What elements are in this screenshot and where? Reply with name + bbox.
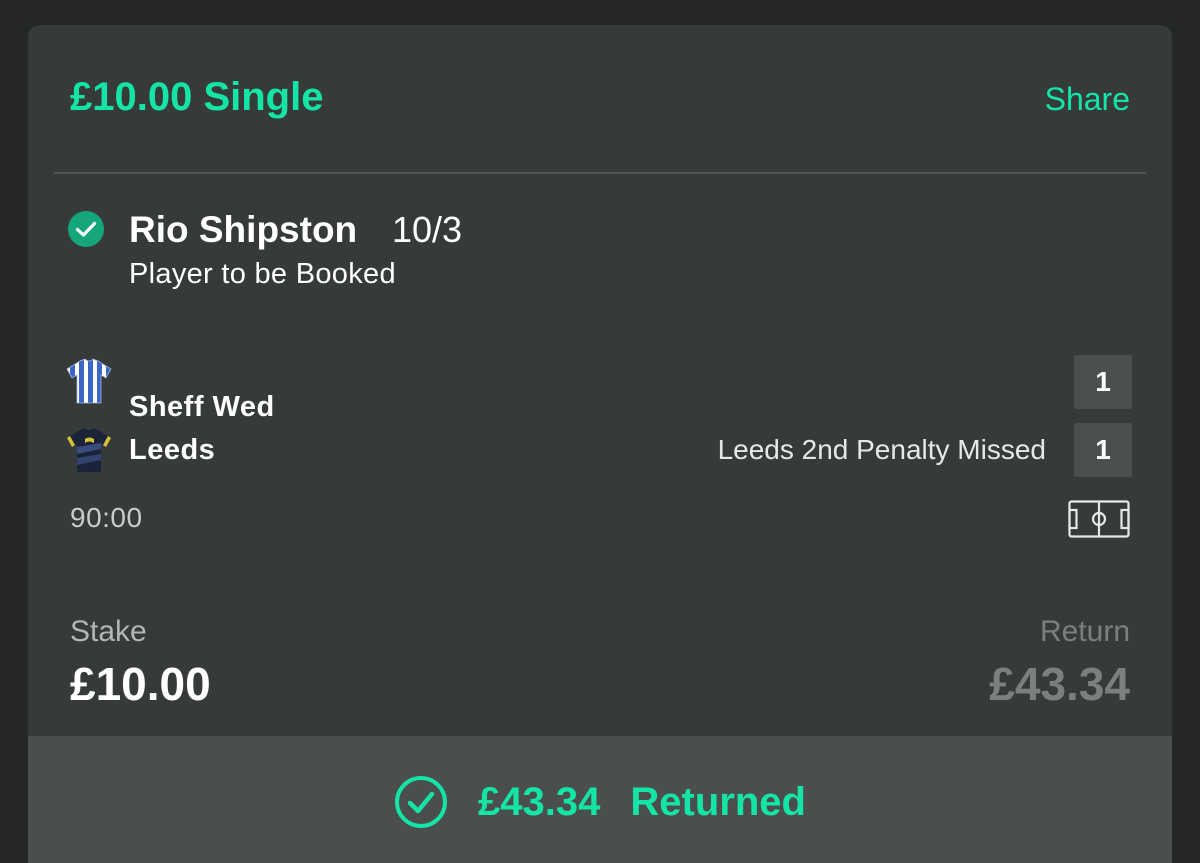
away-score: 1 xyxy=(1074,423,1132,477)
returned-label: Returned xyxy=(630,779,806,824)
stake-value: £10.00 xyxy=(70,658,211,710)
pitch-icon[interactable] xyxy=(1068,500,1130,538)
match-clock: 90:00 xyxy=(70,502,143,533)
check-circle-icon xyxy=(68,211,104,247)
home-score: 1 xyxy=(1074,355,1132,409)
check-circle-outline-icon xyxy=(395,776,448,828)
sheff-wed-kit-icon xyxy=(66,358,112,404)
returned-amount: £43.34 xyxy=(478,779,601,824)
return-value: £43.34 xyxy=(989,658,1130,710)
bet-title: £10.00 Single xyxy=(70,75,324,119)
bet-card: £10.00 Single Share Rio Shipston 10/3 Pl… xyxy=(28,25,1172,863)
home-team-name: Sheff Wed xyxy=(129,391,275,423)
returned-banner: £43.34 Returned xyxy=(28,736,1172,863)
away-team-name: Leeds xyxy=(129,434,216,466)
return-label: Return xyxy=(1039,615,1130,648)
leeds-kit-icon xyxy=(67,428,111,472)
selection-name: Rio Shipston xyxy=(129,209,358,250)
market-name: Player to be Booked xyxy=(129,258,396,290)
selection-odds: 10/3 xyxy=(392,209,463,250)
divider xyxy=(54,172,1146,174)
share-link[interactable]: Share xyxy=(1045,79,1130,119)
match-event-text: Leeds 2nd Penalty Missed xyxy=(717,434,1046,465)
stake-label: Stake xyxy=(70,615,147,648)
returned-banner-content: £43.34 Returned xyxy=(28,773,1172,831)
